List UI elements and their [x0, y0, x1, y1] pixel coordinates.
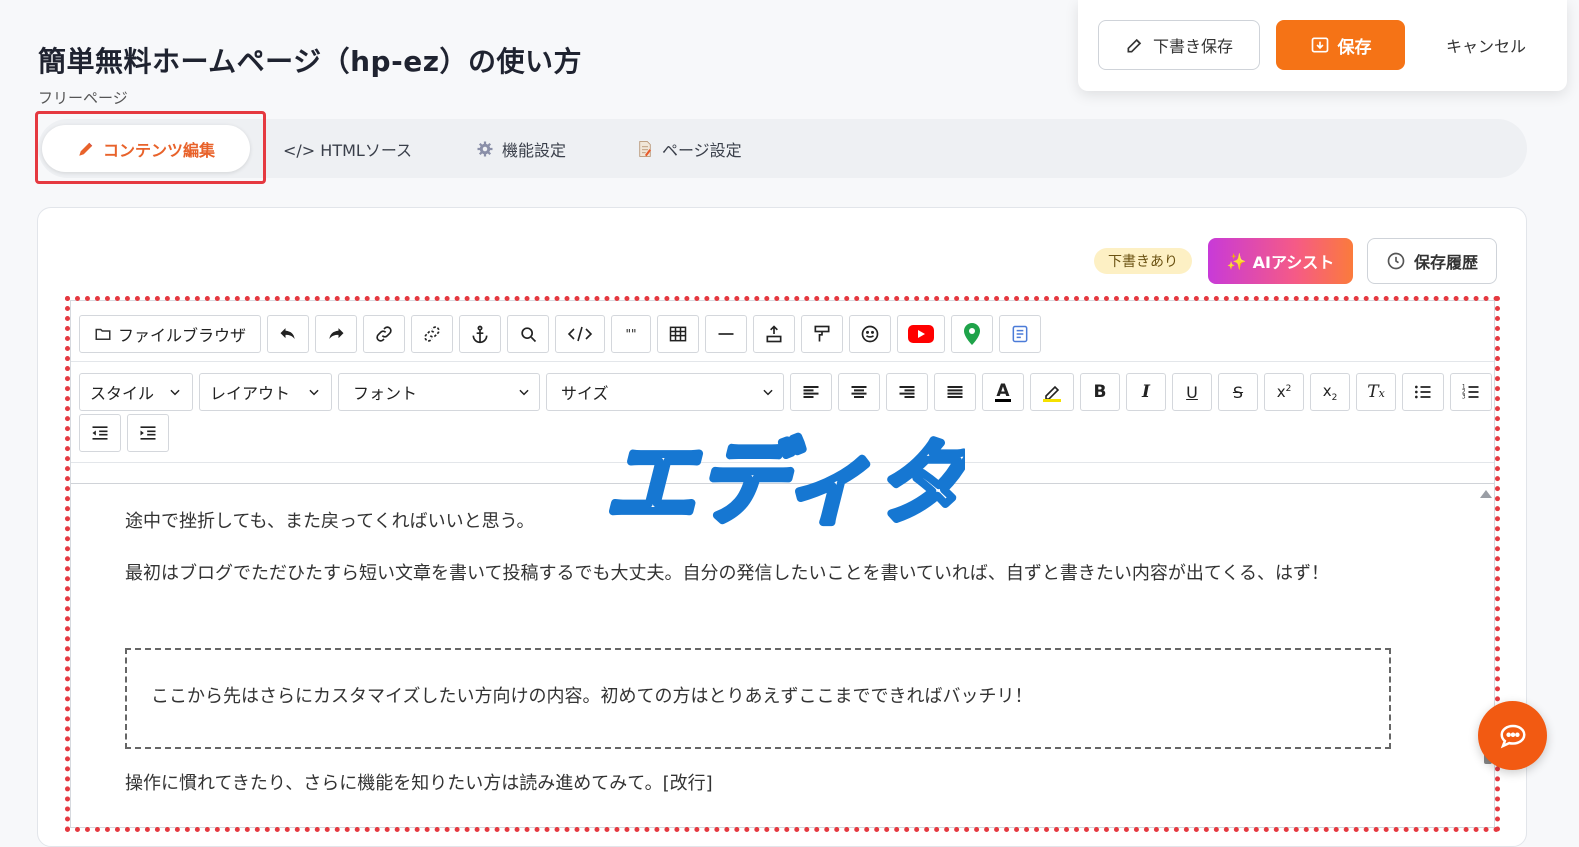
chat-button[interactable]: [1478, 701, 1547, 770]
cancel-button[interactable]: キャンセル: [1426, 20, 1546, 70]
tab-label: </> HTMLソース: [283, 140, 413, 160]
draft-save-label: 下書き保存: [1152, 37, 1233, 56]
clock-icon: [1387, 252, 1405, 270]
page-subtitle: フリーページ: [38, 89, 128, 107]
annotation-text: エディタ: [605, 430, 965, 535]
tab-highlight-box: [35, 111, 266, 184]
tab-label: 機能設定: [502, 140, 567, 160]
edit-icon: [1127, 38, 1142, 53]
ai-assist-button[interactable]: ✨ AIアシスト: [1208, 238, 1353, 284]
gear-icon: [477, 141, 493, 156]
draft-status-badge: 下書きあり: [1094, 248, 1192, 274]
save-label: 保存: [1337, 37, 1372, 58]
tab-page-settings[interactable]: ページ設定: [636, 125, 742, 172]
editor-annotation: エディタ: [605, 428, 965, 536]
tab-html-source[interactable]: </> HTMLソース: [283, 125, 412, 172]
tab-feature-settings[interactable]: 機能設定: [476, 125, 566, 172]
tab-label: ページ設定: [662, 140, 742, 160]
action-panel: 下書き保存 保存 キャンセル: [1078, 0, 1567, 91]
ai-assist-label: AIアシスト: [1252, 253, 1335, 272]
history-label: 保存履歴: [1413, 253, 1478, 272]
document-icon: [639, 140, 651, 157]
download-icon: [1311, 37, 1328, 53]
sparkle-icon: ✨: [1226, 251, 1247, 271]
save-button[interactable]: 保存: [1276, 20, 1405, 70]
save-history-button[interactable]: 保存履歴: [1367, 238, 1497, 284]
page-title: 簡単無料ホームページ（hp-ez）の使い方: [38, 45, 582, 78]
draft-save-button[interactable]: 下書き保存: [1098, 20, 1260, 70]
editor-highlight-box: [65, 296, 1500, 832]
chat-bubble-icon: [1499, 724, 1526, 748]
